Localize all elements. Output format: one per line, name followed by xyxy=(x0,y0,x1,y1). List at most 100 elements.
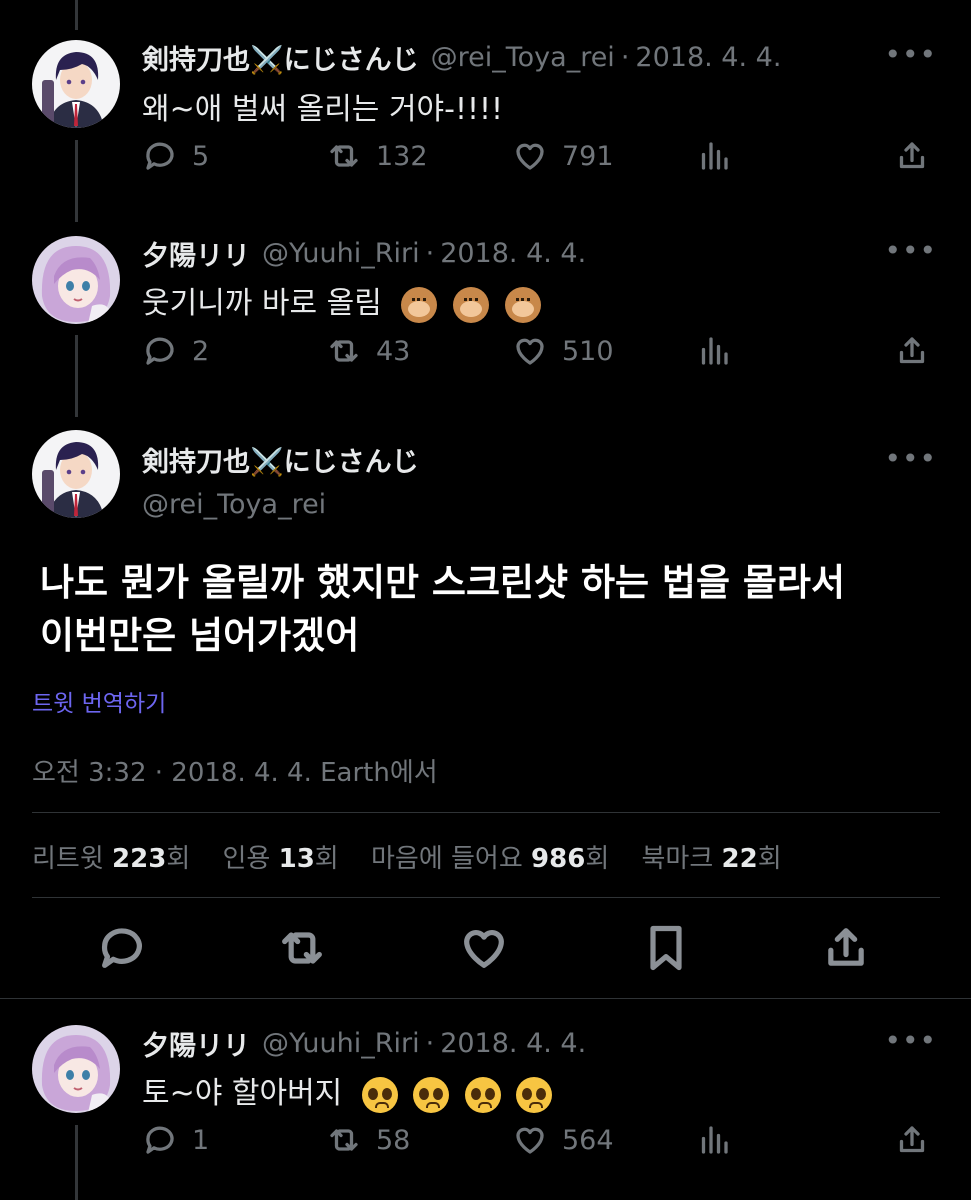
emoji-group xyxy=(395,286,541,323)
like-stat-count: 986 xyxy=(531,844,586,874)
display-name[interactable]: 剣持刀也⚔️にじさんじ xyxy=(142,38,419,77)
bookmark-stat-count: 22 xyxy=(721,844,758,874)
retweet-stat[interactable]: 리트윗 223회 xyxy=(32,844,190,874)
translate-tweet-link[interactable]: 트윗 번역하기 xyxy=(32,684,166,718)
more-options-icon[interactable]: ••• xyxy=(884,442,937,475)
reply-count: 5 xyxy=(192,140,210,172)
more-options-icon[interactable]: ••• xyxy=(884,1024,937,1057)
monkey-face-icon xyxy=(504,286,541,323)
dot-separator: · xyxy=(425,1028,435,1059)
pleading-face-icon xyxy=(361,1076,398,1113)
more-options-icon[interactable]: ••• xyxy=(884,234,937,267)
reply-icon xyxy=(101,928,142,968)
views-button[interactable] xyxy=(696,1122,732,1158)
heart-icon xyxy=(516,143,544,170)
views-icon xyxy=(701,142,728,170)
reply-icon xyxy=(146,337,174,365)
toya-avatar-image xyxy=(32,430,120,518)
tweet-text-line: 웃기니까 바로 올림 xyxy=(142,278,541,323)
like-button[interactable]: 510 xyxy=(512,333,614,369)
like-stat-unit: 회 xyxy=(585,844,610,874)
views-button[interactable] xyxy=(696,333,732,369)
avatar[interactable] xyxy=(32,236,120,324)
like-count: 564 xyxy=(562,1124,614,1156)
tweet-stats: 리트윗 223회 인용 13회 마음에 들어요 986회 북마크 22회 xyxy=(32,838,806,875)
thread-line-1 xyxy=(75,140,78,222)
retweet-button[interactable] xyxy=(276,922,328,978)
tweet-text: 토~야 할아버지 xyxy=(142,1076,343,1111)
reply-count: 2 xyxy=(192,335,210,367)
avatar[interactable] xyxy=(32,40,120,128)
tweet-text: 왜~애 벌써 올리는 거야-!!!! xyxy=(142,92,504,127)
tweet-text: 웃기니까 바로 올림 xyxy=(142,286,382,321)
bookmark-button[interactable] xyxy=(640,922,692,978)
retweet-count: 43 xyxy=(376,335,411,367)
like-button[interactable]: 564 xyxy=(512,1122,614,1158)
like-stat[interactable]: 마음에 들어요 986회 xyxy=(371,844,609,874)
reply-icon xyxy=(146,142,174,170)
avatar[interactable] xyxy=(32,1025,120,1113)
share-icon xyxy=(899,142,925,169)
retweet-stat-count: 223 xyxy=(112,844,167,874)
emoji-group xyxy=(356,1076,553,1113)
share-icon xyxy=(899,1126,925,1153)
dot-separator: · xyxy=(620,42,630,73)
views-button[interactable] xyxy=(696,138,732,174)
reply-count: 1 xyxy=(192,1124,210,1156)
toya-avatar-image xyxy=(32,40,120,128)
monkey-face-icon xyxy=(452,286,489,323)
thread-line-2 xyxy=(75,335,78,417)
divider xyxy=(32,812,940,813)
tweet-text-line: 토~야 할아버지 xyxy=(142,1068,553,1113)
dot-separator: · xyxy=(425,238,435,269)
pleading-face-icon xyxy=(413,1076,450,1113)
main-tweet-text-line-1: 나도 뭔가 올릴까 했지만 스크린샷 하는 법을 몰라서 xyxy=(40,561,846,604)
reply-button[interactable]: 1 xyxy=(142,1122,209,1158)
share-button[interactable] xyxy=(820,922,872,978)
handle[interactable]: @Yuuhi_Riri xyxy=(262,1028,420,1059)
like-stat-label: 마음에 들어요 xyxy=(370,844,523,874)
bookmark-stat-label: 북마크 xyxy=(641,844,714,874)
main-tweet-text: 나도 뭔가 올릴까 했지만 스크린샷 하는 법을 몰라서 이번만은 넘어가겠어 xyxy=(40,556,940,662)
handle[interactable]: @rei_Toya_rei xyxy=(142,489,419,520)
retweet-icon xyxy=(282,932,322,964)
thread-line-top xyxy=(75,0,78,30)
monkey-face-icon xyxy=(401,286,438,323)
display-name[interactable]: 夕陽リリ xyxy=(142,1024,250,1063)
share-button[interactable] xyxy=(894,333,930,369)
bookmark-stat[interactable]: 북마크 22회 xyxy=(642,844,782,874)
handle[interactable]: @Yuuhi_Riri xyxy=(262,238,420,269)
divider xyxy=(0,998,971,999)
reply-button[interactable]: 2 xyxy=(142,333,209,369)
bookmark-icon xyxy=(650,925,682,971)
riri-avatar-image xyxy=(32,236,120,324)
tweet-date[interactable]: 2018. 4. 4. xyxy=(440,1028,586,1059)
reply-button[interactable] xyxy=(96,922,148,978)
views-icon xyxy=(701,1126,728,1154)
tweet-date[interactable]: 2018. 4. 4. xyxy=(440,238,586,269)
main-tweet-text-line-2: 이번만은 넘어가겠어 xyxy=(40,614,360,657)
like-button[interactable] xyxy=(458,922,510,978)
avatar[interactable] xyxy=(32,430,120,518)
quote-stat-count: 13 xyxy=(278,844,315,874)
retweet-button[interactable]: 43 xyxy=(326,333,410,369)
share-icon xyxy=(899,337,925,364)
tweet-timestamp[interactable]: 오전 3:32 · 2018. 4. 4. Earth에서 xyxy=(32,752,438,789)
bookmark-stat-unit: 회 xyxy=(757,844,782,874)
retweet-button[interactable]: 58 xyxy=(326,1122,410,1158)
reply-button[interactable]: 5 xyxy=(142,138,209,174)
like-button[interactable]: 791 xyxy=(512,138,614,174)
retweet-button[interactable]: 132 xyxy=(326,138,428,174)
display-name[interactable]: 夕陽リリ xyxy=(142,234,250,273)
pleading-face-icon xyxy=(516,1076,553,1113)
handle[interactable]: @rei_Toya_rei xyxy=(431,42,615,73)
heart-icon xyxy=(464,930,504,968)
reply-icon xyxy=(146,1126,174,1154)
display-name[interactable]: 剣持刀也⚔️にじさんじ xyxy=(142,440,419,479)
tweet-date[interactable]: 2018. 4. 4. xyxy=(635,42,781,73)
more-options-icon[interactable]: ••• xyxy=(884,38,937,71)
quote-stat[interactable]: 인용 13회 xyxy=(223,844,339,874)
share-button[interactable] xyxy=(894,1122,930,1158)
share-button[interactable] xyxy=(894,138,930,174)
main-tweet-actions xyxy=(0,922,971,978)
